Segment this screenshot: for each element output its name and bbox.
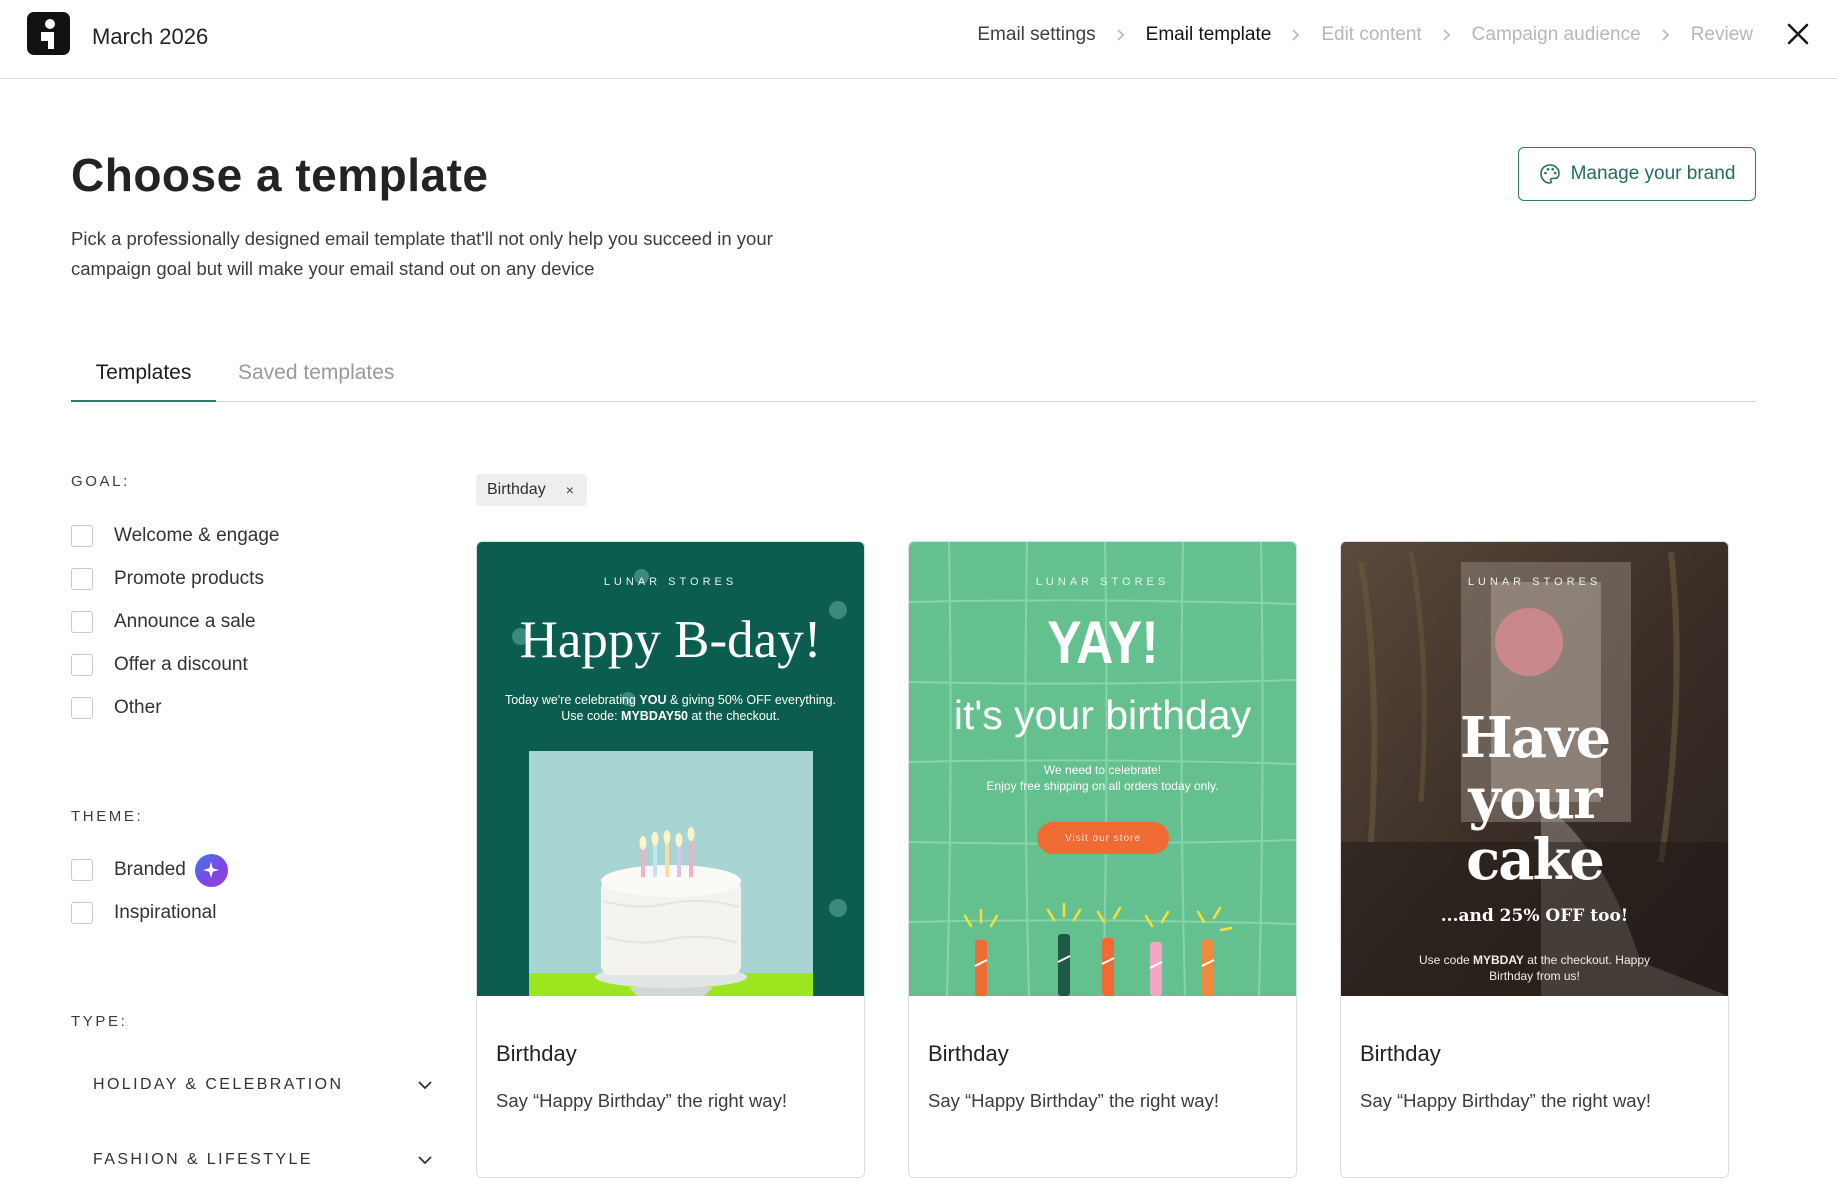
checkbox[interactable] bbox=[71, 697, 93, 719]
tab-saved-templates[interactable]: Saved templates bbox=[238, 361, 394, 385]
option-label: Other bbox=[114, 697, 162, 718]
chevron-down-icon bbox=[418, 1156, 432, 1165]
option-label: Branded bbox=[114, 859, 186, 880]
goal-filter-heading: GOAL: bbox=[71, 473, 130, 490]
preview-copy: Use code MYBDAY at the checkout. Happy B… bbox=[1418, 953, 1650, 983]
card-title: Birthday bbox=[928, 1041, 1009, 1066]
card-description: Say “Happy Birthday” the right way! bbox=[1360, 1090, 1651, 1111]
tab-templates[interactable]: Templates bbox=[71, 361, 216, 402]
checkbox[interactable] bbox=[71, 525, 93, 547]
step-email-template[interactable]: Email template bbox=[1146, 24, 1272, 46]
preview-eyebrow: LUNAR STORES bbox=[603, 576, 738, 588]
chevron-right-icon bbox=[1443, 29, 1450, 41]
template-card[interactable]: LUNAR STORES Have your cake ...and 25% O… bbox=[1340, 541, 1729, 1178]
page-description: Pick a professionally designed email tem… bbox=[71, 228, 773, 279]
app-logo[interactable] bbox=[27, 12, 70, 55]
checkbox[interactable] bbox=[71, 611, 93, 633]
template-card[interactable]: LUNAR STORES YAY! it's your birthday We … bbox=[908, 541, 1297, 1178]
card-title: Birthday bbox=[496, 1041, 577, 1066]
preview-copy: Today we're celebrating YOU & giving 50%… bbox=[504, 693, 837, 723]
ai-sparkle-icon bbox=[194, 853, 228, 887]
preview-subheadline: ...and 25% OFF too! bbox=[1440, 906, 1629, 926]
page-title: Choose a template bbox=[71, 149, 489, 201]
template-card[interactable]: LUNAR STORES Happy B-day! Today we're ce… bbox=[476, 541, 865, 1178]
template-preview-image: LUNAR STORES Happy B-day! Today we're ce… bbox=[477, 542, 864, 996]
chip-label: Birthday bbox=[487, 481, 546, 498]
step-edit-content: Edit content bbox=[1321, 24, 1422, 45]
checkbox[interactable] bbox=[71, 859, 93, 881]
filter-option-branded[interactable]: Branded bbox=[71, 853, 228, 887]
top-bar: March 2026 Email settings Email template… bbox=[0, 0, 1837, 79]
option-label: Offer a discount bbox=[114, 654, 248, 675]
palette-icon bbox=[1539, 164, 1560, 184]
theme-filter-heading: THEME: bbox=[71, 808, 144, 825]
filter-option-inspirational[interactable]: Inspirational bbox=[71, 901, 216, 925]
preview-copy: We need to celebrate! Enjoy free shippin… bbox=[986, 763, 1219, 793]
option-label: Promote products bbox=[114, 568, 264, 589]
confetti-dot bbox=[829, 899, 847, 917]
template-tabs: Templates Saved templates bbox=[71, 355, 1756, 402]
filter-chip-birthday: Birthday × bbox=[476, 474, 587, 506]
preview-subheadline: it's your birthday bbox=[953, 692, 1252, 738]
preview-headline: Have your cake bbox=[1459, 705, 1611, 893]
candles-illustration bbox=[963, 902, 1233, 996]
type-filter-heading: TYPE: bbox=[71, 1013, 128, 1030]
option-label: Welcome & engage bbox=[114, 525, 280, 546]
checkbox[interactable] bbox=[71, 568, 93, 590]
filter-option-offer-discount[interactable]: Offer a discount bbox=[71, 653, 248, 677]
type-label: FASHION & LIFESTYLE bbox=[93, 1151, 313, 1168]
filter-option-other[interactable]: Other bbox=[71, 696, 162, 720]
template-preview-image: LUNAR STORES YAY! it's your birthday We … bbox=[909, 542, 1296, 996]
type-accordion-fashion-lifestyle[interactable]: FASHION & LIFESTYLE bbox=[93, 1151, 433, 1169]
filter-option-welcome-engage[interactable]: Welcome & engage bbox=[71, 524, 279, 548]
filter-option-announce-sale[interactable]: Announce a sale bbox=[71, 610, 256, 634]
manage-brand-label: Manage your brand bbox=[1570, 163, 1736, 184]
preview-eyebrow: LUNAR STORES bbox=[1035, 576, 1170, 588]
birthday-cake-photo bbox=[529, 751, 813, 996]
progress-steps: Email settings Email template Edit conte… bbox=[977, 24, 1753, 46]
app-title: March 2026 bbox=[92, 24, 209, 49]
preview-headline: Happy B-day! bbox=[519, 611, 822, 669]
remove-filter-icon[interactable]: × bbox=[566, 482, 574, 498]
visit-store-button: Visit our store bbox=[1037, 822, 1169, 854]
step-email-settings[interactable]: Email settings bbox=[977, 24, 1095, 46]
chevron-down-icon bbox=[418, 1081, 432, 1090]
option-label: Announce a sale bbox=[114, 611, 256, 632]
manage-brand-button[interactable]: Manage your brand bbox=[1518, 147, 1756, 201]
card-title: Birthday bbox=[1360, 1041, 1441, 1066]
preview-headline: YAY! bbox=[1047, 609, 1158, 676]
option-label: Inspirational bbox=[114, 902, 217, 923]
type-accordion-holiday-celebration[interactable]: HOLIDAY & CELEBRATION bbox=[93, 1076, 433, 1094]
checkbox[interactable] bbox=[71, 902, 93, 924]
checkbox[interactable] bbox=[71, 654, 93, 676]
chevron-right-icon bbox=[1292, 29, 1300, 41]
template-preview-image: LUNAR STORES Have your cake ...and 25% O… bbox=[1341, 542, 1728, 996]
preview-eyebrow: LUNAR STORES bbox=[1467, 576, 1602, 588]
card-description: Say “Happy Birthday” the right way! bbox=[928, 1090, 1219, 1111]
chevron-right-icon bbox=[1662, 29, 1669, 41]
chevron-right-icon bbox=[1117, 29, 1124, 41]
step-campaign-audience: Campaign audience bbox=[1471, 24, 1641, 45]
close-icon[interactable] bbox=[1785, 21, 1811, 47]
filter-option-promote-products[interactable]: Promote products bbox=[71, 567, 264, 591]
type-label: HOLIDAY & CELEBRATION bbox=[93, 1076, 344, 1093]
card-description: Say “Happy Birthday” the right way! bbox=[496, 1090, 787, 1111]
step-review: Review bbox=[1690, 24, 1753, 45]
